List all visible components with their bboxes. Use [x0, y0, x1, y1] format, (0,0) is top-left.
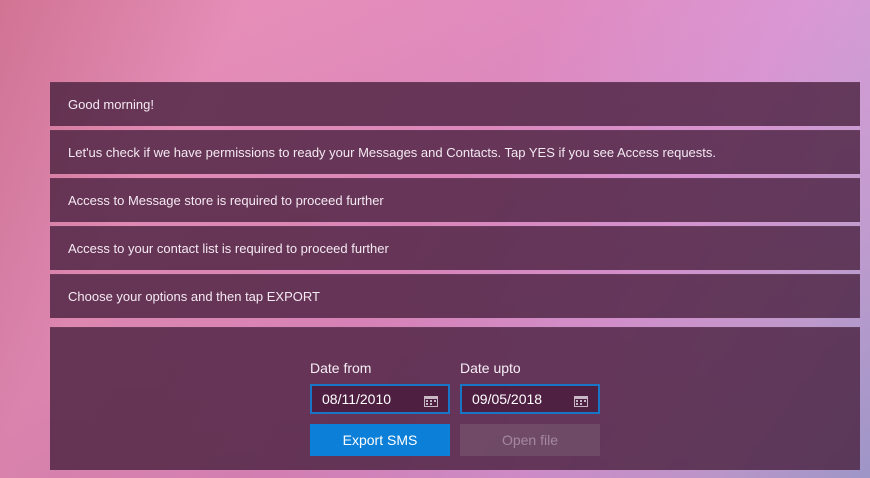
export-options-panel: Date from Date upto 08/11/2010 09/05/201… — [50, 327, 860, 470]
greeting-text: Good morning! — [68, 96, 154, 112]
app-window: Good morning! Let'us check if we have pe… — [0, 0, 870, 478]
export-sms-button[interactable]: Export SMS — [310, 424, 450, 456]
date-from-input[interactable]: 08/11/2010 — [310, 384, 450, 414]
options-instruction-text: Choose your options and then tap EXPORT — [68, 288, 320, 304]
export-sms-label: Export SMS — [342, 432, 418, 448]
permission-text: Let'us check if we have permissions to r… — [68, 144, 717, 160]
message-store-access-message: Access to Message store is required to p… — [50, 178, 860, 222]
calendar-icon[interactable] — [574, 394, 588, 407]
open-file-button[interactable]: Open file — [460, 424, 600, 456]
permission-message: Let'us check if we have permissions to r… — [50, 130, 860, 174]
date-from-label: Date from — [310, 360, 372, 376]
options-instruction-message: Choose your options and then tap EXPORT — [50, 274, 860, 318]
greeting-message: Good morning! — [50, 82, 860, 126]
contact-access-message: Access to your contact list is required … — [50, 226, 860, 270]
date-upto-value: 09/05/2018 — [472, 391, 543, 407]
calendar-icon[interactable] — [424, 394, 438, 407]
open-file-label: Open file — [501, 432, 559, 448]
date-upto-input[interactable]: 09/05/2018 — [460, 384, 600, 414]
date-from-value: 08/11/2010 — [322, 391, 392, 407]
date-upto-label: Date upto — [460, 360, 521, 376]
message-store-access-text: Access to Message store is required to p… — [68, 192, 384, 208]
message-stack: Good morning! Let'us check if we have pe… — [50, 82, 860, 322]
contact-access-text: Access to your contact list is required … — [68, 240, 389, 256]
